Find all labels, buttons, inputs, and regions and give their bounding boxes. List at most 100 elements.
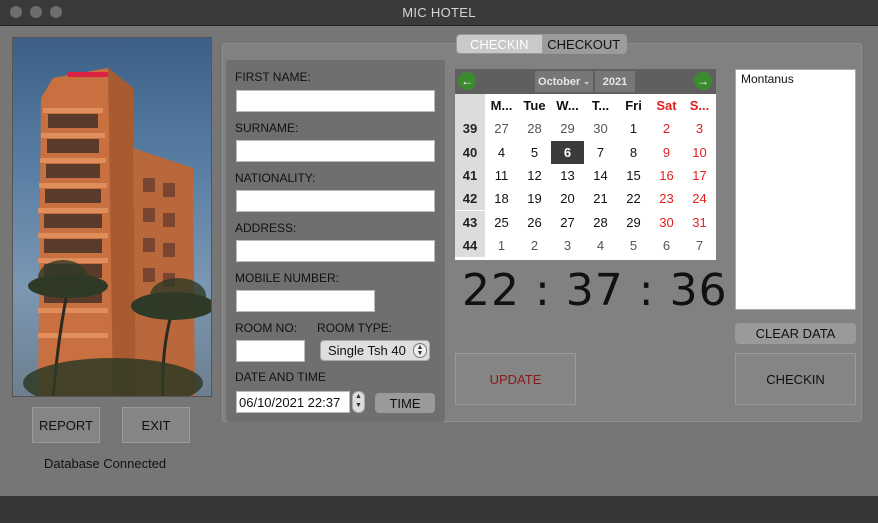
calendar-day[interactable]: 8 bbox=[617, 141, 650, 164]
close-window-icon[interactable] bbox=[10, 6, 22, 18]
calendar-day[interactable]: 3 bbox=[551, 234, 584, 257]
tab-bar: CHECKIN CHECKOUT bbox=[456, 34, 627, 54]
calendar-day[interactable]: 9 bbox=[650, 141, 683, 164]
calendar: ← October ⌄ 2021 → M... Tue W... T... Fri Sat… bbox=[455, 69, 716, 260]
list-item[interactable]: Montanus bbox=[741, 72, 850, 86]
calendar-day[interactable]: 13 bbox=[551, 164, 584, 187]
date-time-stepper[interactable]: ▲ ▼ bbox=[352, 391, 365, 413]
calendar-day[interactable]: 30 bbox=[584, 117, 617, 140]
year-label: 2021 bbox=[602, 75, 628, 88]
calendar-day[interactable]: 19 bbox=[518, 187, 551, 210]
tab-checkout[interactable]: CHECKOUT bbox=[541, 35, 626, 53]
calendar-day[interactable]: 22 bbox=[617, 187, 650, 210]
calendar-day-header: S... bbox=[689, 98, 710, 114]
calendar-day[interactable]: 29 bbox=[551, 117, 584, 140]
calendar-day[interactable]: 18 bbox=[485, 187, 518, 210]
database-status: Database Connected bbox=[44, 456, 167, 471]
calendar-week-number: 44 bbox=[455, 233, 485, 258]
window-title: MIC HOTEL bbox=[402, 5, 476, 20]
calendar-day-header: Fri bbox=[625, 98, 642, 114]
calendar-day[interactable]: 28 bbox=[584, 211, 617, 234]
calendar-day[interactable]: 16 bbox=[650, 164, 683, 187]
calendar-day[interactable]: 27 bbox=[551, 211, 584, 234]
calendar-week-number: 40 bbox=[455, 140, 485, 164]
calendar-day[interactable]: 14 bbox=[584, 164, 617, 187]
calendar-day-header: Sat bbox=[656, 98, 677, 114]
arrow-left-icon[interactable]: ← bbox=[458, 72, 476, 90]
calendar-day[interactable]: 5 bbox=[617, 234, 650, 257]
calendar-day[interactable]: 11 bbox=[485, 164, 518, 187]
calendar-day[interactable]: 25 bbox=[485, 211, 518, 234]
mobile-number-label: MOBILE NUMBER: bbox=[235, 271, 340, 285]
select-arrows-icon: ▲ ▼ bbox=[413, 343, 427, 358]
arrow-right-icon[interactable]: → bbox=[694, 72, 712, 90]
first-name-label: FIRST NAME: bbox=[235, 70, 311, 84]
report-button[interactable]: REPORT bbox=[32, 407, 100, 443]
address-label: ADDRESS: bbox=[235, 221, 297, 235]
update-button[interactable]: UPDATE bbox=[455, 353, 576, 405]
first-name-field[interactable] bbox=[236, 90, 435, 112]
calendar-day-header: W... bbox=[556, 98, 579, 114]
calendar-day[interactable]: 17 bbox=[683, 164, 716, 187]
hotel-building-image bbox=[23, 68, 211, 396]
calendar-day[interactable]: 6 bbox=[650, 234, 683, 257]
calendar-day[interactable]: 2 bbox=[518, 234, 551, 257]
calendar-day[interactable]: 30 bbox=[650, 211, 683, 234]
calendar-day[interactable]: 1 bbox=[617, 117, 650, 140]
surname-label: SURNAME: bbox=[235, 121, 299, 135]
hotel-photo bbox=[12, 37, 212, 397]
date-time-label: DATE AND TIME bbox=[235, 370, 326, 384]
nationality-field[interactable] bbox=[236, 190, 435, 212]
calendar-day[interactable]: 3 bbox=[683, 117, 716, 140]
calendar-day-header: Tue bbox=[523, 98, 546, 114]
window-controls bbox=[10, 6, 62, 18]
mobile-number-field[interactable] bbox=[236, 290, 375, 312]
address-field[interactable] bbox=[236, 240, 435, 262]
room-type-value: Single Tsh 40 bbox=[328, 343, 406, 358]
guest-list[interactable]: Montanus bbox=[735, 69, 856, 310]
calendar-day[interactable]: 6 bbox=[551, 140, 584, 164]
calendar-day[interactable]: 7 bbox=[683, 234, 716, 257]
calendar-week-number: 43 bbox=[455, 210, 485, 234]
calendar-day[interactable]: 20 bbox=[551, 187, 584, 210]
calendar-day[interactable]: 29 bbox=[617, 211, 650, 234]
calendar-day[interactable]: 23 bbox=[650, 187, 683, 210]
time-button[interactable]: TIME bbox=[375, 393, 435, 413]
surname-field[interactable] bbox=[236, 140, 435, 162]
room-no-field[interactable] bbox=[236, 340, 305, 362]
calendar-day[interactable]: 28 bbox=[518, 117, 551, 140]
year-select[interactable]: 2021 bbox=[595, 71, 635, 92]
room-type-label: ROOM TYPE: bbox=[317, 321, 393, 335]
calendar-day[interactable]: 4 bbox=[584, 234, 617, 257]
calendar-week-header bbox=[455, 94, 485, 118]
month-select[interactable]: October ⌄ bbox=[535, 71, 593, 92]
calendar-day[interactable]: 27 bbox=[485, 117, 518, 140]
calendar-day-header: M... bbox=[490, 98, 513, 114]
calendar-day[interactable]: 26 bbox=[518, 211, 551, 234]
calendar-day[interactable]: 10 bbox=[683, 141, 716, 164]
month-label: October bbox=[538, 75, 581, 88]
calendar-day[interactable]: 21 bbox=[584, 187, 617, 210]
calendar-day[interactable]: 5 bbox=[518, 141, 551, 164]
status-bar bbox=[0, 496, 878, 523]
calendar-day[interactable]: 1 bbox=[485, 234, 518, 257]
calendar-day[interactable]: 12 bbox=[518, 164, 551, 187]
zoom-window-icon[interactable] bbox=[50, 6, 62, 18]
calendar-day[interactable]: 31 bbox=[683, 211, 716, 234]
clock-display: 22 : 37 : 36 bbox=[462, 265, 728, 316]
clear-data-button[interactable]: CLEAR DATA bbox=[735, 323, 856, 344]
room-type-select[interactable]: Single Tsh 40 ▲ ▼ bbox=[320, 340, 430, 361]
calendar-day[interactable]: 2 bbox=[650, 117, 683, 140]
calendar-day[interactable]: 15 bbox=[617, 164, 650, 187]
calendar-day[interactable]: 4 bbox=[485, 141, 518, 164]
tab-checkin[interactable]: CHECKIN bbox=[457, 35, 542, 53]
minimize-window-icon[interactable] bbox=[30, 6, 42, 18]
room-no-label: ROOM NO: bbox=[235, 321, 297, 335]
nationality-label: NATIONALITY: bbox=[235, 171, 316, 185]
checkin-button[interactable]: CHECKIN bbox=[735, 353, 856, 405]
exit-button[interactable]: EXIT bbox=[122, 407, 190, 443]
calendar-day-header: T... bbox=[591, 98, 610, 114]
calendar-day[interactable]: 7 bbox=[584, 141, 617, 164]
date-time-field[interactable]: 06/10/2021 22:37 bbox=[236, 391, 350, 413]
calendar-day[interactable]: 24 bbox=[683, 187, 716, 210]
